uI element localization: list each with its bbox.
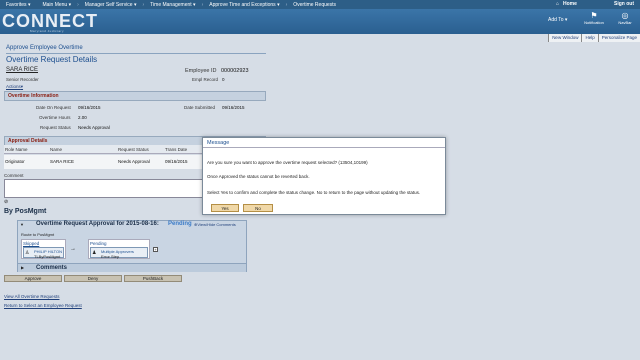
top-navbar: Favorites Main Menu › Manager Self Servi… <box>0 0 640 9</box>
pending-label: Pending <box>90 241 107 246</box>
comments-label: Comments <box>36 265 68 271</box>
compass-icon: ◎ <box>621 11 629 20</box>
view-hide-comments[interactable]: ⊕View/Hide Comments <box>194 222 236 227</box>
skipped-approver[interactable]: ♙ PHILIP HILTON TLByPosMgmt <box>23 247 64 259</box>
add-to-label: Add To <box>548 17 564 23</box>
expand-comments-icon[interactable]: ▶ <box>21 265 24 270</box>
yes-button[interactable]: Yes <box>211 204 239 212</box>
col-role-name: Role Name <box>5 147 28 152</box>
actions-menu[interactable]: Actions▾ <box>6 84 23 90</box>
approve-button[interactable]: Approve <box>4 275 62 282</box>
nav-approve-time[interactable]: Approve Time and Exceptions <box>203 2 285 8</box>
empl-record-label: Empl Record <box>192 77 219 82</box>
sign-out-link[interactable]: Sign out <box>614 1 634 7</box>
col-request-status: Request Status <box>118 147 149 152</box>
navbar-button[interactable]: ◎ NavBar <box>614 11 636 25</box>
deny-button[interactable]: Deny <box>64 275 122 282</box>
page-heading: Overtime Request Details <box>6 55 98 64</box>
row-role-name: Originator <box>5 159 25 164</box>
row-request-status: Needs Approval <box>118 159 150 164</box>
nav-overtime-requests[interactable]: Overtime Requests <box>287 2 342 8</box>
nav-time-management[interactable]: Time Management <box>144 2 201 8</box>
dialog-message-1: Are you sure you want to approve the ove… <box>207 160 368 165</box>
person-icon: ♙ <box>25 250 30 256</box>
personalize-page-link[interactable]: Personalize Page <box>597 34 640 42</box>
pending-approver[interactable]: ♟ Multiple Approvers Error Step <box>90 247 148 259</box>
col-name: Name <box>50 147 63 152</box>
chain-status: Pending <box>168 221 192 227</box>
route-label: Route to PosMgmt <box>21 232 55 237</box>
overtime-info-header: Overtime Information <box>4 91 266 101</box>
dialog-message-2: Once Approved the status cannot be rever… <box>207 174 310 179</box>
employee-role: Senior Recorder <box>6 77 39 82</box>
row-name: SARA RICE <box>50 159 75 164</box>
overtime-hours-value: 2.00 <box>78 115 87 120</box>
empl-record-value: 0 <box>222 77 225 82</box>
dialog-title: Message <box>203 138 445 148</box>
skipped-step: Skipped ♙ PHILIP HILTON TLByPosMgmt <box>21 239 66 259</box>
no-button[interactable]: No <box>243 204 273 212</box>
add-approver-icon[interactable]: + <box>153 247 158 252</box>
date-submitted-label: Date Submitted <box>184 105 216 110</box>
request-status-value: Needs Approval <box>78 125 110 130</box>
nav-manager-self-service[interactable]: Manager Self Service <box>79 2 143 8</box>
home-link[interactable]: Home <box>563 1 577 7</box>
skipped-label: Skipped <box>23 241 40 246</box>
employee-id-label: Employee ID <box>185 68 217 74</box>
row-trans-date: 09/16/2015 <box>165 159 188 164</box>
actions-label: Actions <box>6 84 21 89</box>
navbar-label: NavBar <box>618 20 632 25</box>
confirm-dialog: Message Are you sure you want to approve… <box>202 137 446 215</box>
header-banner: CONNECT Maryland Judiciary Add To ▾ ⚑ No… <box>0 9 640 34</box>
view-all-overtime-link[interactable]: View All Overtime Requests <box>4 294 59 299</box>
employee-name: SARA RICE <box>6 67 39 73</box>
dialog-message-3: Select Yes to confirm and complete the s… <box>207 190 421 195</box>
add-to-menu[interactable]: Add To ▾ <box>548 17 567 23</box>
flag-icon: ⚑ <box>590 11 598 20</box>
arrow-right-icon: → <box>70 246 76 252</box>
group-icon: ♟ <box>92 250 97 256</box>
utility-links: New Window Help Personalize Page <box>548 34 640 42</box>
new-window-link[interactable]: New Window <box>548 34 581 42</box>
view-hide-comments-label: View/Hide Comments <box>197 222 236 227</box>
pending-step: Pending ♟ Multiple Approvers Error Step <box>88 239 150 259</box>
pushback-button[interactable]: PushBack <box>124 275 182 282</box>
notification-button[interactable]: ⚑ Notification <box>583 11 605 25</box>
pending-approver-sub: Error Step <box>101 254 120 259</box>
date-on-request-value: 09/16/2015 <box>78 105 101 110</box>
date-submitted-value: 09/16/2015 <box>222 105 245 110</box>
page-title: Approve Employee Overtime <box>6 45 83 51</box>
overtime-hours-label: Overtime Hours <box>39 115 71 120</box>
help-link[interactable]: Help <box>581 34 597 42</box>
employee-id-value: 000002923 <box>221 68 249 74</box>
divider <box>6 53 266 54</box>
skipped-approver-sub: TLByPosMgmt <box>34 254 61 259</box>
date-on-request-label: Date On Request <box>36 105 71 110</box>
nav-main-menu[interactable]: Main Menu <box>36 2 77 8</box>
collapse-icon[interactable]: ▼ <box>20 222 24 227</box>
home-icon[interactable]: ⌂ <box>556 1 559 7</box>
approval-chain-box: ▼ Overtime Request Approval for 2015-08-… <box>17 220 247 272</box>
comment-label: Comment <box>4 173 24 178</box>
notification-label: Notification <box>584 20 604 25</box>
chain-title: Overtime Request Approval for 2015-08-16… <box>36 221 159 227</box>
return-to-select-link[interactable]: Return to Select an Employee Request <box>4 303 82 308</box>
request-status-label: Request Status <box>40 125 71 130</box>
spellcheck-icon[interactable]: ⊘ <box>4 199 8 205</box>
by-posmgmt-heading: By PosMgmt <box>4 208 47 215</box>
comments-bar: ▶ Comments <box>18 263 246 272</box>
col-trans-date: Trans Date <box>165 147 188 152</box>
nav-favorites[interactable]: Favorites <box>0 2 36 8</box>
logo-subtitle: Maryland Judiciary <box>30 29 65 33</box>
